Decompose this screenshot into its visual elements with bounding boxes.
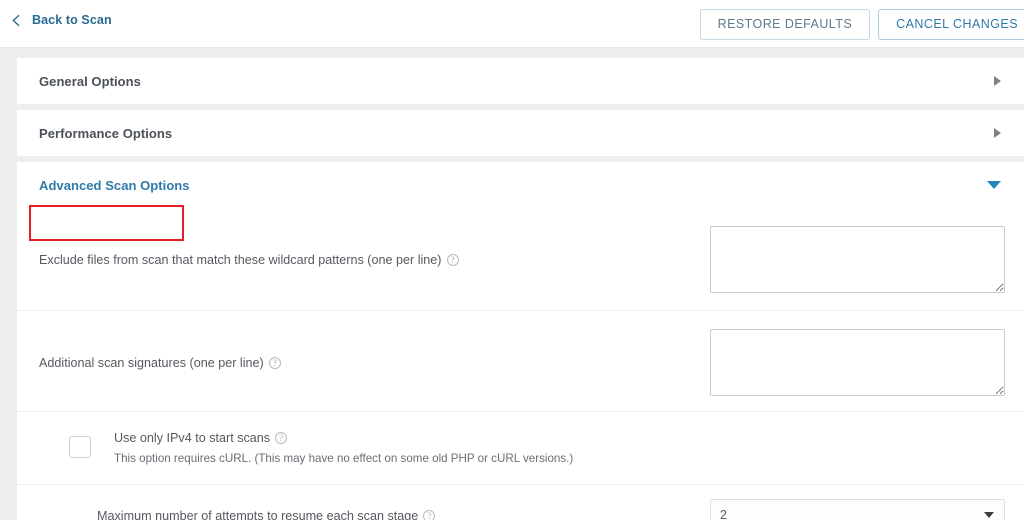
back-to-scan-link[interactable]: Back to Scan — [10, 13, 112, 27]
exclude-patterns-label-text: Exclude files from scan that match these… — [39, 253, 442, 267]
row-max-resume-attempts: Maximum number of attempts to resume eac… — [17, 484, 1024, 520]
settings-page: Back to Scan RESTORE DEFAULTS CANCEL CHA… — [0, 0, 1024, 520]
cancel-changes-button[interactable]: CANCEL CHANGES — [878, 9, 1024, 40]
accordion-advanced-scan-options-header[interactable]: Advanced Scan Options — [17, 162, 1024, 208]
accordion-advanced-scan-options: Advanced Scan Options Exclude files from… — [17, 162, 1024, 520]
max-resume-attempts-select[interactable]: 012345 — [710, 499, 1005, 520]
additional-signatures-textarea[interactable] — [710, 329, 1005, 396]
row-additional-signatures: Additional scan signatures (one per line… — [17, 310, 1024, 411]
toolbar-actions: RESTORE DEFAULTS CANCEL CHANGES — [699, 9, 1024, 40]
chevron-left-icon — [12, 14, 20, 26]
max-resume-attempts-label-text: Maximum number of attempts to resume eac… — [97, 509, 419, 520]
triangle-right-icon — [994, 76, 1001, 86]
question-mark-icon[interactable]: ? — [423, 510, 436, 520]
max-resume-attempts-label: Maximum number of attempts to resume eac… — [97, 509, 436, 520]
advanced-options-rows: Exclude files from scan that match these… — [17, 208, 1024, 520]
accordion-general-options-header[interactable]: General Options — [17, 58, 1024, 104]
back-to-scan-label: Back to Scan — [32, 13, 112, 27]
question-mark-icon[interactable]: ? — [268, 357, 281, 369]
accordion-performance-options-header[interactable]: Performance Options — [17, 110, 1024, 156]
ipv4-only-label: Use only IPv4 to start scans? — [114, 431, 288, 445]
triangle-down-icon — [987, 181, 1001, 189]
exclude-patterns-textarea[interactable] — [710, 226, 1005, 293]
ipv4-only-description: This option requires cURL. (This may hav… — [114, 452, 574, 465]
question-mark-icon[interactable]: ? — [275, 432, 288, 444]
exclude-patterns-label: Exclude files from scan that match these… — [39, 253, 459, 267]
question-mark-icon[interactable]: ? — [446, 254, 459, 266]
max-resume-attempts-select-wrapper: 012345 — [710, 499, 1005, 520]
row-exclude-patterns: Exclude files from scan that match these… — [17, 208, 1024, 310]
accordion-performance-options[interactable]: Performance Options — [17, 110, 1024, 156]
triangle-right-icon — [994, 128, 1001, 138]
top-toolbar: Back to Scan RESTORE DEFAULTS CANCEL CHA… — [0, 0, 1024, 48]
accordion-performance-options-title: Performance Options — [39, 125, 173, 141]
additional-signatures-label: Additional scan signatures (one per line… — [39, 356, 281, 370]
ipv4-only-checkbox[interactable] — [69, 436, 91, 458]
ipv4-only-label-text: Use only IPv4 to start scans — [114, 431, 271, 445]
additional-signatures-label-text: Additional scan signatures (one per line… — [39, 356, 264, 370]
accordion-advanced-scan-options-title: Advanced Scan Options — [39, 177, 190, 193]
accordion-general-options-title: General Options — [39, 73, 141, 89]
row-ipv4-only: Use only IPv4 to start scans? This optio… — [17, 411, 1024, 484]
settings-content: General Options Performance Options Adva… — [0, 48, 1024, 520]
restore-defaults-button[interactable]: RESTORE DEFAULTS — [699, 9, 871, 40]
accordion-general-options[interactable]: General Options — [17, 58, 1024, 104]
